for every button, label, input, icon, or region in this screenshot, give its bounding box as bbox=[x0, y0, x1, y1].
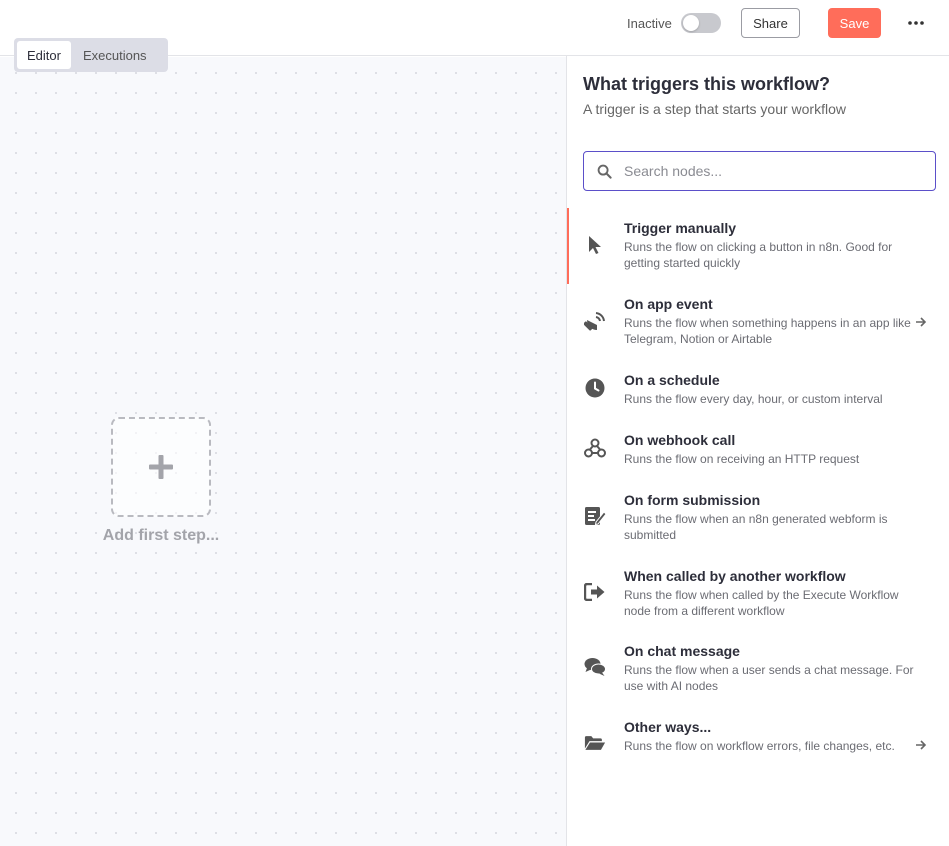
trigger-option-description: Runs the flow on clicking a button in n8… bbox=[624, 240, 893, 270]
cursor-icon bbox=[584, 234, 606, 256]
workflow-canvas[interactable]: Add first step... bbox=[0, 57, 566, 846]
share-button[interactable]: Share bbox=[741, 8, 800, 38]
satellite-dish-icon bbox=[584, 311, 606, 333]
add-first-step-label: Add first step... bbox=[102, 527, 220, 544]
trigger-option-description: Runs the flow when an n8n generated webf… bbox=[624, 512, 888, 542]
ellipsis-icon bbox=[908, 21, 924, 25]
trigger-option-description: Runs the flow on workflow errors, file c… bbox=[624, 739, 895, 753]
trigger-option-description: Runs the flow when a user sends a chat m… bbox=[624, 663, 914, 693]
chat-icon bbox=[584, 656, 606, 678]
trigger-option-title: On chat message bbox=[624, 643, 740, 659]
trigger-option-title: Other ways... bbox=[624, 719, 712, 735]
trigger-option-title: On form submission bbox=[624, 492, 761, 508]
view-tabs: Editor Executions bbox=[14, 38, 168, 72]
trigger-option-chat[interactable]: On chat message Runs the flow when a use… bbox=[567, 643, 949, 703]
more-options-button[interactable] bbox=[903, 11, 929, 35]
arrow-right-icon bbox=[915, 738, 927, 756]
trigger-option-description: Runs the flow every day, hour, or custom… bbox=[624, 392, 883, 406]
tab-editor[interactable]: Editor bbox=[17, 41, 71, 69]
clock-icon bbox=[584, 377, 606, 399]
form-icon bbox=[584, 505, 606, 527]
webhook-icon bbox=[584, 437, 606, 459]
trigger-option-form[interactable]: On form submission Runs the flow when an… bbox=[567, 492, 949, 552]
trigger-option-schedule[interactable]: On a schedule Runs the flow every day, h… bbox=[567, 372, 949, 416]
active-toggle[interactable] bbox=[681, 13, 721, 33]
arrow-right-icon bbox=[915, 315, 927, 333]
trigger-option-description: Runs the flow when something happens in … bbox=[624, 316, 911, 346]
trigger-option-description: Runs the flow on receiving an HTTP reque… bbox=[624, 452, 860, 466]
trigger-option-title: When called by another workflow bbox=[624, 568, 846, 584]
trigger-option-other[interactable]: Other ways... Runs the flow on workflow … bbox=[567, 719, 949, 779]
search-input[interactable] bbox=[624, 163, 914, 179]
panel-title: What triggers this workflow? bbox=[583, 74, 831, 94]
add-first-step-button[interactable] bbox=[111, 417, 211, 517]
trigger-option-title: On a schedule bbox=[624, 372, 720, 388]
trigger-option-title: Trigger manually bbox=[624, 220, 737, 236]
panel-subtitle: A trigger is a step that starts your wor… bbox=[583, 101, 846, 117]
toggle-knob bbox=[683, 15, 699, 31]
trigger-option-webhook[interactable]: On webhook call Runs the flow on receivi… bbox=[567, 432, 949, 476]
trigger-option-title: On app event bbox=[624, 296, 713, 312]
search-box bbox=[583, 151, 936, 191]
plus-icon bbox=[149, 455, 173, 479]
trigger-panel: What triggers this workflow? A trigger i… bbox=[566, 56, 949, 846]
workflow-status-label: Inactive bbox=[627, 16, 672, 31]
trigger-option-title: On webhook call bbox=[624, 432, 736, 448]
save-button[interactable]: Save bbox=[828, 8, 881, 38]
tab-executions[interactable]: Executions bbox=[73, 41, 157, 69]
folder-open-icon bbox=[584, 732, 606, 754]
trigger-option-manual[interactable]: Trigger manually Runs the flow on clicki… bbox=[567, 208, 949, 284]
sign-in-icon bbox=[584, 581, 606, 603]
trigger-option-called-by-workflow[interactable]: When called by another workflow Runs the… bbox=[567, 568, 949, 628]
trigger-option-description: Runs the flow when called by the Execute… bbox=[624, 588, 899, 618]
search-icon bbox=[584, 164, 624, 179]
trigger-option-app-event[interactable]: On app event Runs the flow when somethin… bbox=[567, 296, 949, 356]
